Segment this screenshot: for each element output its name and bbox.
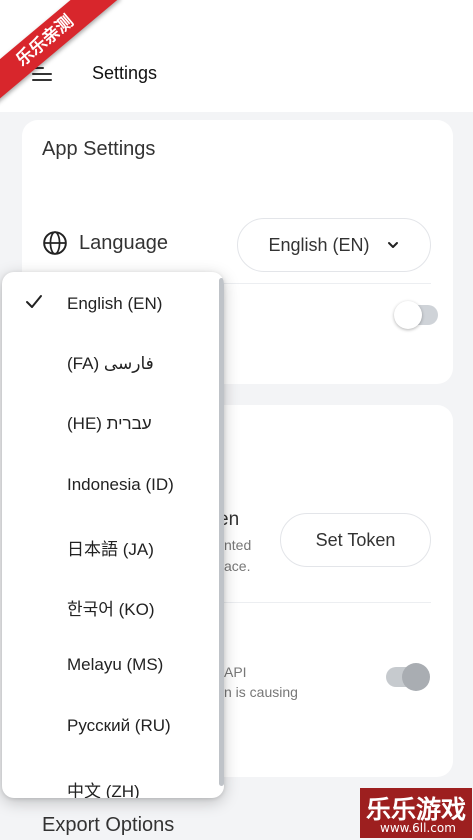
language-option-label: (FA) فارسی [67, 354, 154, 373]
language-option-ko[interactable]: 한국어 (KO) [2, 575, 216, 635]
dropdown-scrollbar[interactable] [219, 278, 224, 786]
toggle-knob [394, 301, 422, 329]
language-option-label: 한국어 (KO) [67, 600, 155, 619]
token-description-line2: ace. [224, 558, 251, 574]
language-label: Language [79, 232, 168, 254]
toggle-knob [402, 663, 430, 691]
language-option-fa[interactable]: (FA) فارسی [2, 334, 216, 394]
checkmark-icon [26, 295, 42, 308]
globe-icon [43, 231, 67, 255]
language-select-value: English (EN) [268, 234, 370, 255]
language-option-zh[interactable]: 中文 (ZH) [2, 757, 216, 798]
export-options-title: Export Options [42, 814, 175, 836]
language-option-ja[interactable]: 日本語 (JA) [2, 515, 216, 575]
language-option-label: Melayu (MS) [67, 655, 164, 674]
set-token-button[interactable]: Set Token [280, 513, 431, 567]
chevron-down-icon [387, 242, 398, 248]
language-option-he[interactable]: (HE) עברית [2, 394, 216, 454]
language-option-en[interactable]: English (EN) [2, 274, 216, 334]
language-option-label: English (EN) [67, 294, 163, 313]
divider [222, 283, 431, 284]
language-option-label: Indonesia (ID) [67, 475, 174, 494]
token-description-line1: nted [224, 537, 252, 553]
language-option-label: Русский (RU) [67, 716, 171, 735]
api-description-line1: API [224, 664, 247, 680]
api-description-line2: n is causing [224, 684, 298, 700]
language-option-label: (HE) עברית [67, 414, 152, 433]
language-option-ms[interactable]: Melayu (MS) [2, 635, 216, 695]
divider [222, 602, 431, 603]
language-option-id[interactable]: Indonesia (ID) [2, 455, 216, 515]
site-watermark: 乐乐游戏 www.6ll.com [360, 788, 472, 838]
language-option-label: 日本語 (JA) [67, 540, 154, 559]
language-dropdown-menu: English (EN) (FA) فارسی (HE) עברית Indon… [2, 272, 224, 798]
settings-toggle[interactable] [394, 301, 438, 329]
api-toggle[interactable] [386, 663, 430, 691]
watermark-url: www.6ll.com [380, 821, 456, 835]
page-title: Settings [92, 63, 158, 83]
language-select[interactable]: English (EN) [237, 218, 431, 272]
language-option-ru[interactable]: Русский (RU) [2, 696, 216, 756]
app-settings-title: App Settings [42, 138, 156, 160]
language-option-label: 中文 (ZH) [67, 782, 140, 798]
